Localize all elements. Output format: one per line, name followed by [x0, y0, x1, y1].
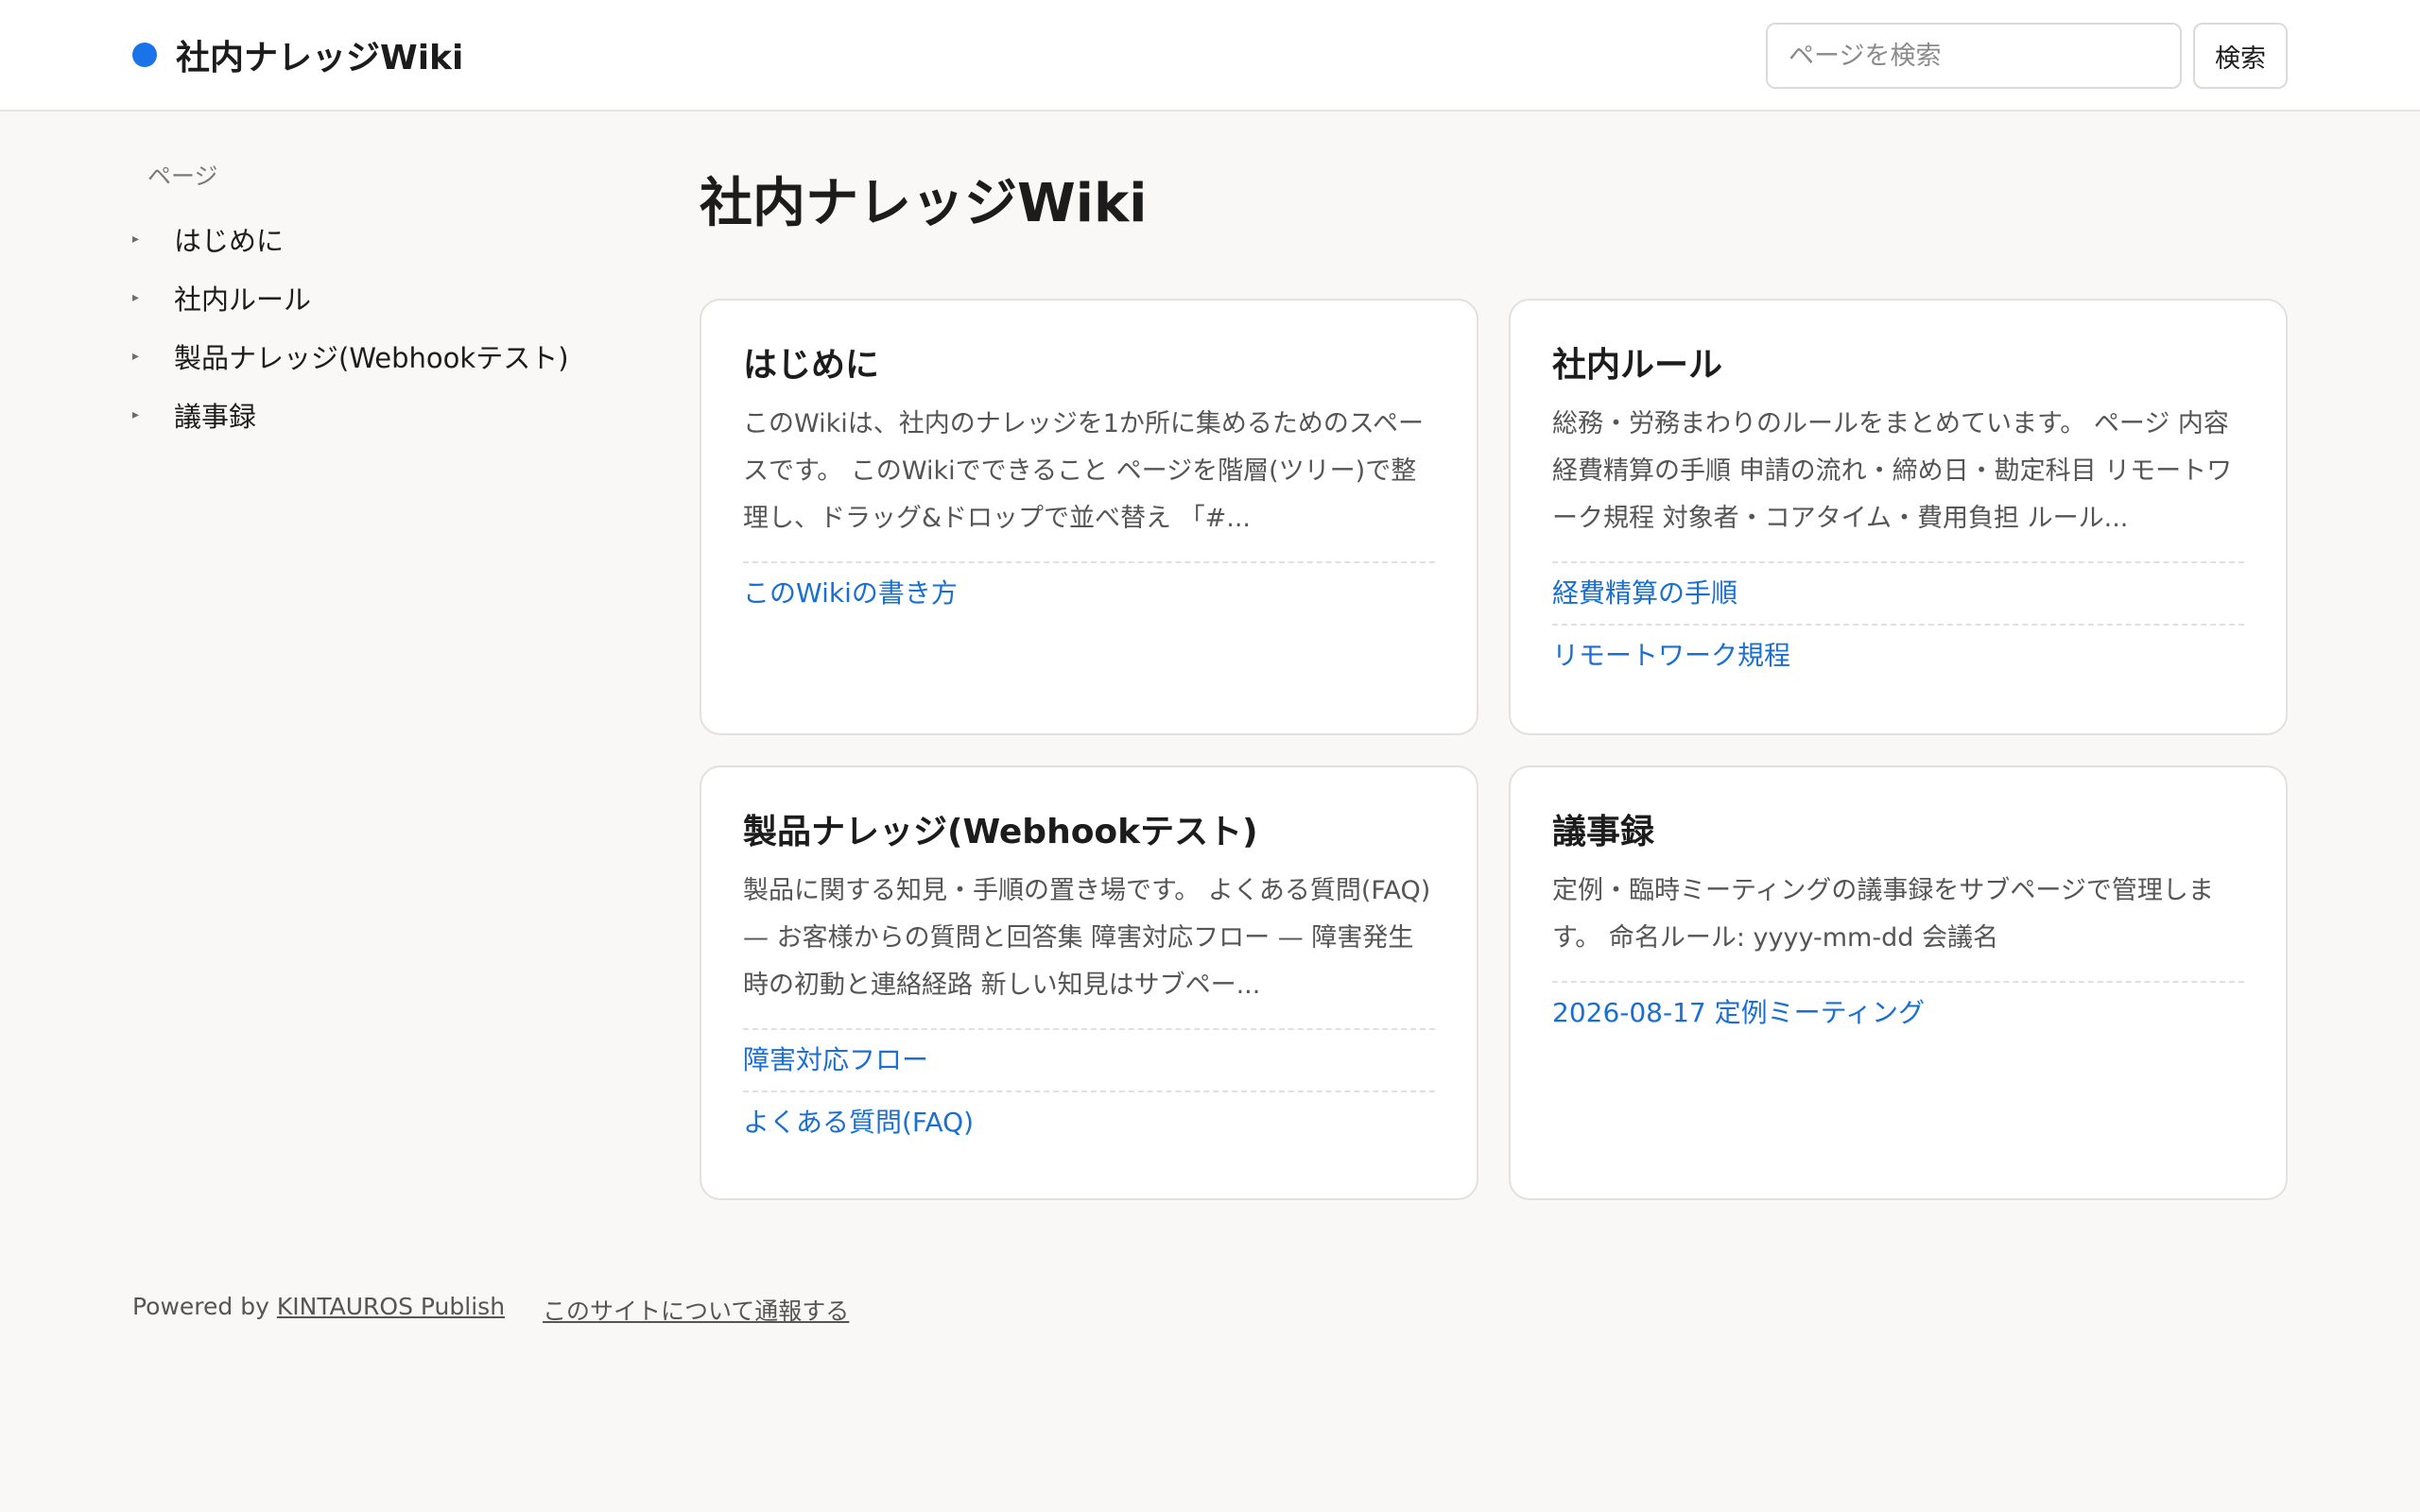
expand-triangle-icon[interactable]: ▸ [132, 232, 174, 247]
site-header: 社内ナレッジWiki 検索 [0, 0, 2420, 112]
card-title[interactable]: はじめに [743, 342, 1435, 389]
card-excerpt: 定例・臨時ミーティングの議事録をサブページで管理します。 命名ルール: yyyy… [1552, 868, 2244, 983]
report-site-link[interactable]: このサイトについて通報する [543, 1293, 849, 1327]
sidebar-item-label[interactable]: 社内ルール [174, 278, 311, 318]
powered-by-text: Powered by KINTAUROS Publish [132, 1293, 505, 1327]
card-excerpt: 総務・労務まわりのルールをまとめています。 ページ 内容 経費精算の手順 申請の… [1552, 401, 2244, 563]
sidebar-item-label[interactable]: 議事録 [174, 395, 256, 435]
child-page-link[interactable]: 障害対応フロー [743, 1030, 1435, 1092]
card-excerpt: 製品に関する知見・手順の置き場です。 よくある質問(FAQ) — お客様からの質… [743, 868, 1435, 1030]
child-page-link[interactable]: よくある質問(FAQ) [743, 1092, 1435, 1153]
page-card-minutes: 議事録 定例・臨時ミーティングの議事録をサブページで管理します。 命名ルール: … [1509, 765, 2288, 1200]
sidebar: ページ ▸ はじめに ▸ 社内ルール ▸ 製品ナレッジ(Webhookテスト) … [132, 157, 662, 444]
card-excerpt: このWikiは、社内のナレッジを1か所に集めるためのスペースです。 このWiki… [743, 401, 1435, 563]
card-title[interactable]: 社内ルール [1552, 342, 2244, 389]
sidebar-item-label[interactable]: 製品ナレッジ(Webhookテスト) [174, 336, 569, 376]
child-page-link[interactable]: 2026-08-17 定例ミーティング [1552, 983, 2244, 1043]
expand-triangle-icon[interactable]: ▸ [132, 349, 174, 364]
page-card-introduction: はじめに このWikiは、社内のナレッジを1か所に集めるためのスペースです。 こ… [700, 299, 1478, 735]
card-links: 経費精算の手順 リモートワーク規程 [1552, 563, 2244, 686]
site-footer: Powered by KINTAUROS Publish このサイトについて通報… [132, 1293, 849, 1327]
page-title: 社内ナレッジWiki [700, 173, 1148, 234]
child-page-link[interactable]: このWikiの書き方 [743, 563, 1435, 624]
sidebar-item-label[interactable]: はじめに [174, 219, 284, 259]
sidebar-item-minutes[interactable]: ▸ 議事録 [132, 386, 662, 444]
child-page-link[interactable]: 経費精算の手順 [1552, 563, 2244, 626]
sidebar-item-company-rules[interactable]: ▸ 社内ルール [132, 268, 662, 327]
card-links: 障害対応フロー よくある質問(FAQ) [743, 1030, 1435, 1153]
page-card-company-rules: 社内ルール 総務・労務まわりのルールをまとめています。 ページ 内容 経費精算の… [1509, 299, 2288, 735]
card-title[interactable]: 製品ナレッジ(Webhookテスト) [743, 809, 1435, 856]
page-card-product-knowledge: 製品ナレッジ(Webhookテスト) 製品に関する知見・手順の置き場です。 よく… [700, 765, 1478, 1200]
powered-by-link[interactable]: KINTAUROS Publish [277, 1293, 505, 1320]
sidebar-list: ▸ はじめに ▸ 社内ルール ▸ 製品ナレッジ(Webhookテスト) ▸ 議事… [132, 210, 662, 444]
expand-triangle-icon[interactable]: ▸ [132, 290, 174, 305]
card-title[interactable]: 議事録 [1552, 809, 2244, 856]
search-input[interactable] [1766, 23, 2182, 89]
sidebar-heading: ページ [147, 163, 218, 190]
expand-triangle-icon[interactable]: ▸ [132, 407, 174, 422]
search-button[interactable]: 検索 [2193, 23, 2288, 89]
powered-by-prefix: Powered by [132, 1293, 277, 1320]
card-links: このWikiの書き方 [743, 563, 1435, 624]
sidebar-item-introduction[interactable]: ▸ はじめに [132, 210, 662, 268]
site-title[interactable]: 社内ナレッジWiki [176, 30, 463, 79]
brand[interactable]: 社内ナレッジWiki [132, 28, 463, 81]
brand-dot-icon [132, 43, 157, 67]
child-page-link[interactable]: リモートワーク規程 [1552, 626, 2244, 686]
card-links: 2026-08-17 定例ミーティング [1552, 983, 2244, 1043]
sidebar-item-product-knowledge[interactable]: ▸ 製品ナレッジ(Webhookテスト) [132, 327, 662, 386]
